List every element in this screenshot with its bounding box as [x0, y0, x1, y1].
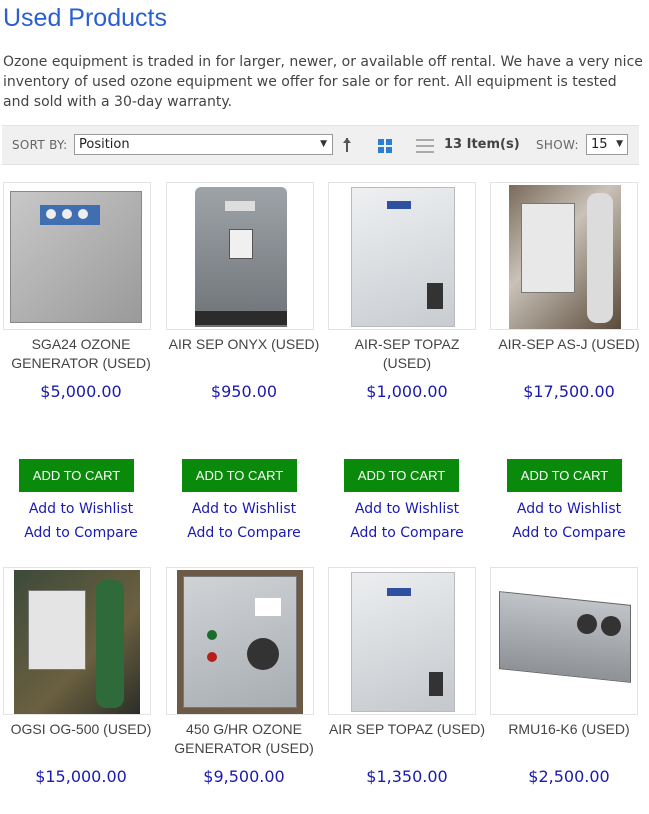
product-price: $1,000.00 [366, 382, 448, 401]
product-name[interactable]: 450 G/HR OZONE GENERATOR (USED) [163, 720, 325, 758]
add-to-cart-button[interactable]: ADD TO CART [182, 459, 297, 492]
sort-by-select[interactable]: Position ▼ [74, 134, 333, 155]
sort-direction-arrow-icon[interactable] [342, 136, 352, 154]
add-to-wishlist-link[interactable]: Add to Wishlist [0, 501, 162, 517]
product-price: $17,500.00 [523, 382, 615, 401]
product-image[interactable] [490, 182, 638, 330]
product-image[interactable] [166, 567, 314, 715]
product-price: $5,000.00 [40, 382, 122, 401]
add-to-compare-link[interactable]: Add to Compare [163, 525, 325, 541]
product-price: $1,350.00 [366, 767, 448, 786]
add-to-compare-link[interactable]: Add to Compare [488, 525, 649, 541]
product-price: $15,000.00 [35, 767, 127, 786]
product-name[interactable]: SGA24 OZONE GENERATOR (USED) [0, 335, 162, 373]
product-image[interactable] [328, 182, 476, 330]
add-to-compare-link[interactable]: Add to Compare [326, 525, 488, 541]
show-label: SHOW: [536, 138, 579, 152]
grid-view-icon[interactable] [378, 139, 392, 153]
chevron-down-icon: ▼ [616, 139, 623, 149]
list-view-icon[interactable] [416, 139, 434, 153]
intro-text: Ozone equipment is traded in for larger,… [3, 54, 643, 110]
chevron-down-icon: ▼ [320, 139, 327, 149]
product-price: $9,500.00 [203, 767, 285, 786]
product-name[interactable]: AIR-SEP TOPAZ (USED) [326, 335, 488, 373]
add-to-cart-button[interactable]: ADD TO CART [507, 459, 622, 492]
product-name[interactable]: AIR-SEP AS-J (USED) [488, 335, 649, 354]
product-price: $950.00 [210, 382, 278, 401]
add-to-cart-button[interactable]: ADD TO CART [344, 459, 459, 492]
add-to-wishlist-link[interactable]: Add to Wishlist [326, 501, 488, 517]
product-image[interactable] [3, 567, 151, 715]
show-per-page-select[interactable]: 15 ▼ [586, 134, 628, 155]
product-image[interactable] [490, 567, 638, 715]
add-to-cart-button[interactable]: ADD TO CART [19, 459, 134, 492]
add-to-compare-link[interactable]: Add to Compare [0, 525, 162, 541]
page-title: Used Products [3, 4, 167, 32]
product-price: $2,500.00 [528, 767, 610, 786]
product-name[interactable]: AIR SEP ONYX (USED) [163, 335, 325, 354]
product-name[interactable]: AIR SEP TOPAZ (USED) [326, 720, 488, 739]
sort-by-label: SORT BY: [12, 138, 68, 152]
item-count: 13 Item(s) [444, 137, 520, 152]
add-to-wishlist-link[interactable]: Add to Wishlist [163, 501, 325, 517]
add-to-wishlist-link[interactable]: Add to Wishlist [488, 501, 649, 517]
toolbar: SORT BY: Position ▼ 13 Item(s) SHOW: 15 … [2, 125, 639, 165]
show-per-page-value: 15 [591, 137, 608, 152]
product-name[interactable]: OGSI OG-500 (USED) [0, 720, 162, 739]
product-image[interactable] [3, 182, 151, 330]
sort-by-value: Position [79, 137, 130, 152]
product-name[interactable]: RMU16-K6 (USED) [488, 720, 649, 739]
product-image[interactable] [166, 182, 314, 330]
product-image[interactable] [328, 567, 476, 715]
